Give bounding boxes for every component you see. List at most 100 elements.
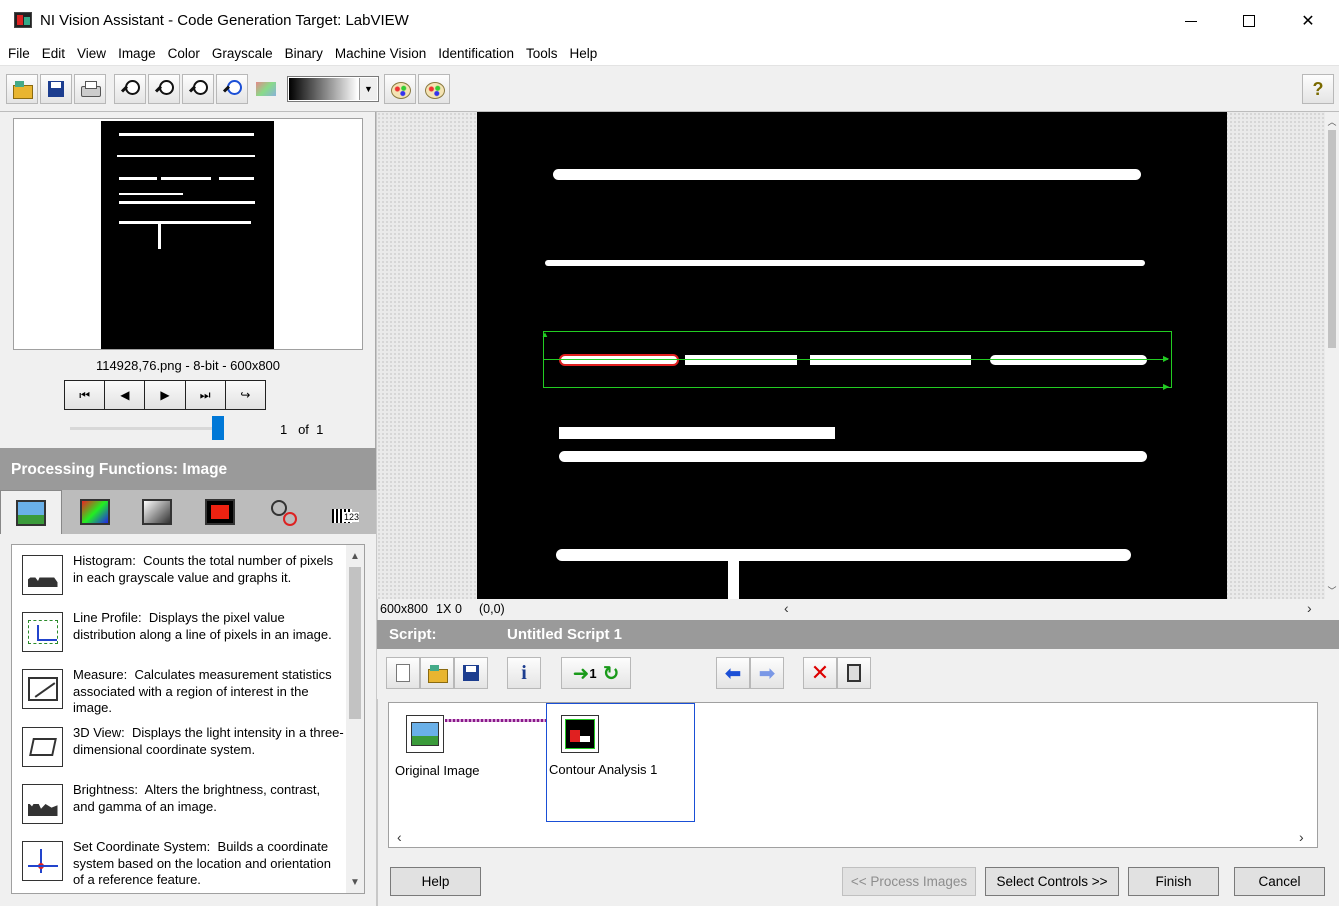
zoom-1to1-button[interactable] — [182, 74, 214, 104]
processing-functions-header: Processing Functions: Image — [0, 448, 376, 490]
scroll-up-icon[interactable]: ▲ — [346, 547, 364, 565]
palette-button[interactable] — [384, 74, 416, 104]
process-images-button[interactable]: << Process Images — [842, 867, 976, 896]
finish-button[interactable]: Finish — [1128, 867, 1219, 896]
processing-tabs — [0, 490, 376, 534]
select-controls-button[interactable]: Select Controls >> — [985, 867, 1119, 896]
zoom-1to1-icon — [188, 79, 208, 99]
info-icon: i — [521, 661, 527, 684]
list-item-line-profile[interactable]: Line Profile: Displays the pixel value d… — [12, 602, 346, 659]
main-image[interactable]: ▲ ▶ ▶ — [477, 112, 1227, 599]
roi-search-line — [543, 359, 1168, 360]
scroll-right-icon[interactable]: › — [1299, 829, 1304, 845]
list-item-histogram[interactable]: Histogram: Counts the total number of pi… — [12, 545, 346, 602]
loop-button[interactable]: ↪ — [225, 381, 266, 409]
close-button[interactable]: ✕ — [1279, 0, 1337, 42]
image-vertical-scrollbar[interactable]: ︿ ﹀ — [1325, 112, 1339, 599]
open-image-button[interactable] — [6, 74, 38, 104]
first-image-button[interactable]: ⏮ — [65, 381, 106, 409]
print-icon — [80, 79, 101, 99]
new-script-button[interactable] — [386, 657, 420, 689]
tab-identification[interactable] — [314, 490, 376, 534]
maximize-button[interactable] — [1220, 0, 1278, 42]
step-original-image[interactable]: Original Image — [389, 703, 539, 823]
cancel-button[interactable]: Cancel — [1234, 867, 1325, 896]
run-once-button[interactable]: ➜ 1 ↻ — [561, 657, 631, 689]
lookup-table-button[interactable] — [250, 74, 282, 104]
menu-view[interactable]: View — [71, 46, 112, 61]
page-indicator: 1 of 1 — [280, 422, 323, 437]
save-image-button[interactable] — [40, 74, 72, 104]
save-image-icon — [46, 79, 66, 99]
image-info-caption: 114928,76.png - 8-bit - 600x800 — [95, 358, 281, 373]
zoom-in-button[interactable] — [114, 74, 146, 104]
function-description: Histogram: Counts the total number of pi… — [73, 553, 334, 585]
save-script-button[interactable] — [454, 657, 488, 689]
list-item-3d-view[interactable]: 3D View: Displays the light intensity in… — [12, 717, 346, 774]
tab-binary[interactable] — [189, 490, 251, 534]
zoom-fit-button[interactable] — [216, 74, 248, 104]
3d-view-icon — [22, 727, 63, 767]
move-step-right-button[interactable]: ➡ — [750, 657, 784, 689]
thumbnail-frame[interactable] — [13, 118, 363, 350]
window-title: NI Vision Assistant - Code Generation Ta… — [40, 12, 409, 29]
image-slider-track[interactable] — [70, 427, 220, 430]
help-toolbar-button[interactable]: ? — [1302, 74, 1334, 104]
scroll-left-icon[interactable]: ‹ — [784, 600, 789, 616]
tab-machine-vision[interactable] — [252, 490, 314, 534]
arrow-left-icon: ⬅ — [724, 662, 742, 685]
identification-tab-icon — [330, 499, 360, 525]
open-script-button[interactable] — [420, 657, 454, 689]
scroll-left-icon[interactable]: ‹ — [397, 829, 402, 845]
last-image-button[interactable]: ⏭ — [185, 381, 226, 409]
grayscale-tab-icon — [142, 499, 172, 525]
scroll-thumb[interactable] — [1328, 130, 1336, 348]
scroll-right-icon[interactable]: › — [1307, 600, 1312, 616]
script-info-button[interactable]: i — [507, 657, 541, 689]
move-step-left-button[interactable]: ⬅ — [716, 657, 750, 689]
scroll-down-icon[interactable]: ﹀ — [1325, 583, 1339, 597]
image-slider-thumb[interactable] — [212, 416, 224, 440]
script-horizontal-scrollbar[interactable]: ‹ › — [389, 829, 1317, 845]
page-current: 1 — [280, 422, 288, 437]
cursor-coordinates: (0,0) — [479, 602, 505, 616]
tab-grayscale[interactable] — [126, 490, 188, 534]
last-image-icon: ⏭ — [199, 387, 211, 402]
menu-edit[interactable]: Edit — [36, 46, 71, 61]
previous-image-button[interactable]: ◀ — [105, 381, 146, 409]
list-item-brightness[interactable]: Brightness: Alters the brightness, contr… — [12, 774, 346, 831]
palette-select[interactable]: ▼ — [287, 76, 379, 102]
menu-machine-vision[interactable]: Machine Vision — [329, 46, 432, 61]
menu-tools[interactable]: Tools — [520, 46, 564, 61]
zoom-out-button[interactable] — [148, 74, 180, 104]
next-image-button[interactable]: ▶ — [145, 381, 186, 409]
menu-help[interactable]: Help — [564, 46, 604, 61]
print-button[interactable] — [74, 74, 106, 104]
delete-step-button[interactable]: ✕ — [803, 657, 837, 689]
step-properties-button[interactable] — [837, 657, 871, 689]
image-display[interactable]: ▲ ▶ ▶ — [377, 112, 1325, 599]
tab-image[interactable] — [0, 490, 62, 534]
script-steps-area[interactable]: Original Image Contour Analysis 1 ‹ › — [388, 702, 1318, 848]
scroll-thumb[interactable] — [349, 567, 361, 719]
list-scrollbar[interactable]: ▲ ▼ — [346, 545, 364, 893]
new-script-icon — [396, 664, 410, 682]
scroll-up-icon[interactable]: ︿ — [1325, 114, 1339, 128]
menu-color[interactable]: Color — [162, 46, 206, 61]
step-contour-analysis[interactable]: Contour Analysis 1 — [546, 703, 695, 822]
image-tab-icon — [16, 499, 46, 526]
list-item-set-coordinate-system[interactable]: Set Coordinate System: Builds a coordina… — [12, 831, 346, 888]
roi-arrow-right-icon: ▶ — [1163, 354, 1170, 363]
menu-identification[interactable]: Identification — [432, 46, 520, 61]
list-item-measure[interactable]: Measure: Calculates measurement statisti… — [12, 659, 346, 716]
palette-edit-button[interactable] — [418, 74, 450, 104]
help-icon: ? — [1312, 78, 1324, 99]
scroll-down-icon[interactable]: ▼ — [346, 873, 364, 891]
help-button[interactable]: Help — [390, 867, 481, 896]
menu-binary[interactable]: Binary — [279, 46, 329, 61]
tab-color[interactable] — [64, 490, 126, 534]
menu-grayscale[interactable]: Grayscale — [206, 46, 279, 61]
menu-image[interactable]: Image — [112, 46, 162, 61]
menu-file[interactable]: File — [2, 46, 36, 61]
minimize-button[interactable] — [1162, 0, 1220, 42]
